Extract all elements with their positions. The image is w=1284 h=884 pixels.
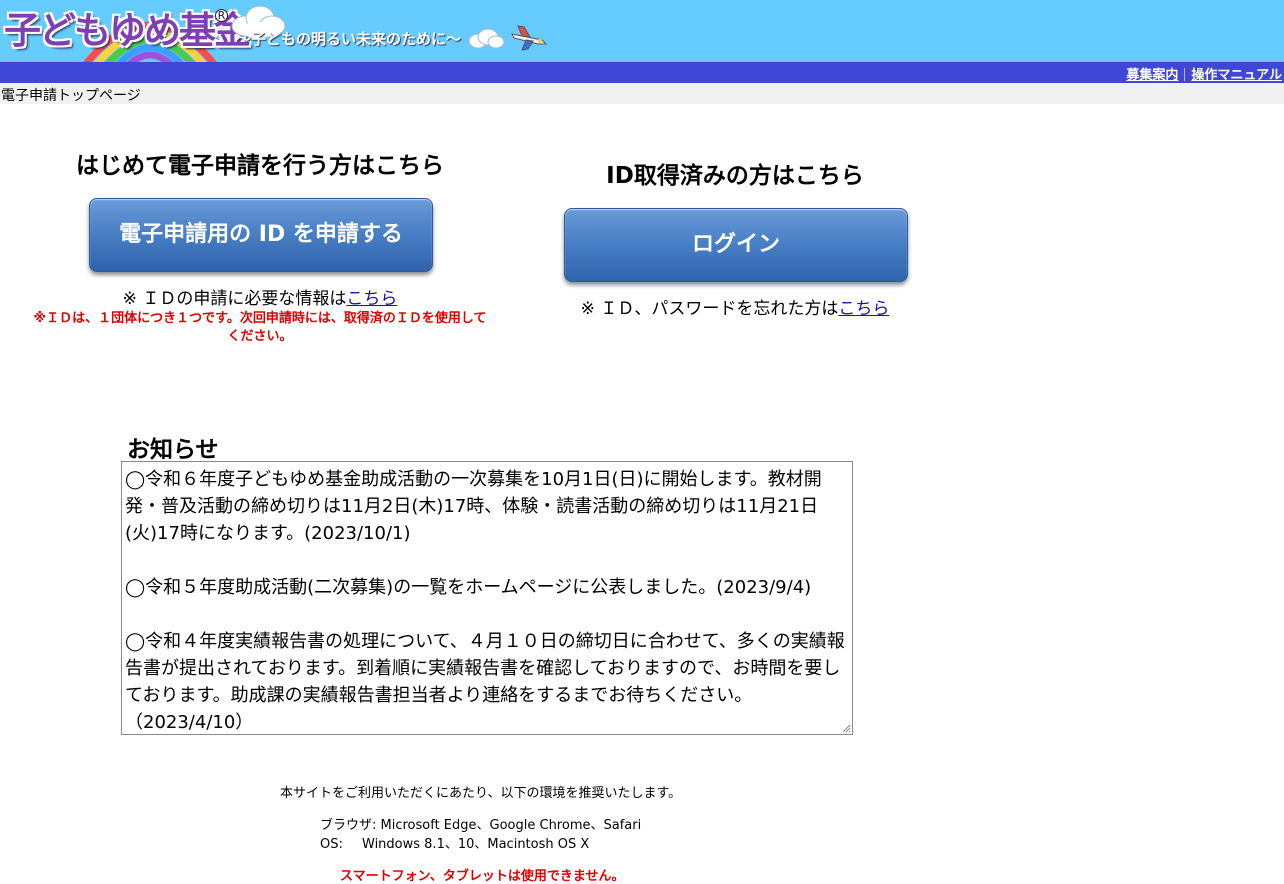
forgot-password-text: ※ ＩＤ、パスワードを忘れた方は [580, 299, 839, 319]
site-logo[interactable]: 子どもゆめ基金 [4, 10, 251, 52]
environment-intro: 本サイトをご利用いただくにあたり、以下の環境を推奨いたします。 [280, 786, 682, 801]
site-header: 子どもゆめ基金 R 〜子どもの明るい未来のために〜 [0, 0, 1284, 62]
notice-textarea[interactable]: ◯令和６年度子どもゆめ基金助成活動の一次募集を10月1日(日)に開始します。教材… [121, 461, 853, 735]
resize-grip-icon[interactable] [842, 724, 851, 733]
nav-bar: 募集案内 操作マニュアル [0, 62, 1284, 83]
forgot-password-note: ※ ＩＤ、パスワードを忘れた方はこちら [535, 294, 935, 319]
new-user-heading: はじめて電子申請を行う方はこちら [76, 153, 444, 179]
id-info-link[interactable]: こちら [346, 289, 397, 309]
browser-requirements: ブラウザ: Microsoft Edge、Google Chrome、Safar… [320, 818, 642, 833]
os-label: OS: [320, 837, 343, 852]
tagline: 〜子どもの明るい未来のために〜 [236, 30, 462, 48]
notice-item: ◯令和４年度実績報告書の処理について、４月１０日の締切日に合わせて、多くの実績報… [125, 631, 845, 733]
existing-user-heading: ID取得済みの方はこちら [606, 163, 864, 189]
os-value: Windows 8.1、10、Macintosh OS X [362, 837, 590, 852]
notice-heading: お知らせ [127, 437, 219, 463]
recruit-link[interactable]: 募集案内 [1126, 68, 1178, 83]
nav-separator [1184, 68, 1186, 81]
os-requirements: OS: Windows 8.1、10、Macintosh OS X [320, 833, 589, 852]
breadcrumb: 電子申請トップページ [1, 88, 141, 104]
manual-link[interactable]: 操作マニュアル [1191, 68, 1282, 83]
nav-links: 募集案内 操作マニュアル [1126, 64, 1282, 83]
apply-id-button[interactable]: 電子申請用の ID を申請する [89, 198, 433, 272]
device-warning: スマートフォン、タブレットは使用できません。 [340, 869, 625, 884]
login-button[interactable]: ログイン [564, 208, 908, 282]
notice-item: ◯令和５年度助成活動(二次募集)の一覧をホームページに公表しました。(2023/… [125, 577, 812, 598]
id-info-note: ※ ＩＤの申請に必要な情報はこちら [60, 284, 460, 309]
forgot-password-link[interactable]: こちら [838, 299, 889, 319]
airplane-icon [511, 25, 548, 51]
id-warning: ※ＩＤは、１団体につき１つです。次回申請時には、取得済のＩＤを使用してください。 [33, 311, 487, 344]
notice-item: ◯令和６年度子どもゆめ基金助成活動の一次募集を10月1日(日)に開始します。教材… [125, 469, 822, 544]
id-info-note-text: ※ ＩＤの申請に必要な情報は [122, 289, 347, 309]
small-cloud-icon [468, 28, 505, 49]
breadcrumb-bar: 電子申請トップページ [0, 83, 1284, 104]
